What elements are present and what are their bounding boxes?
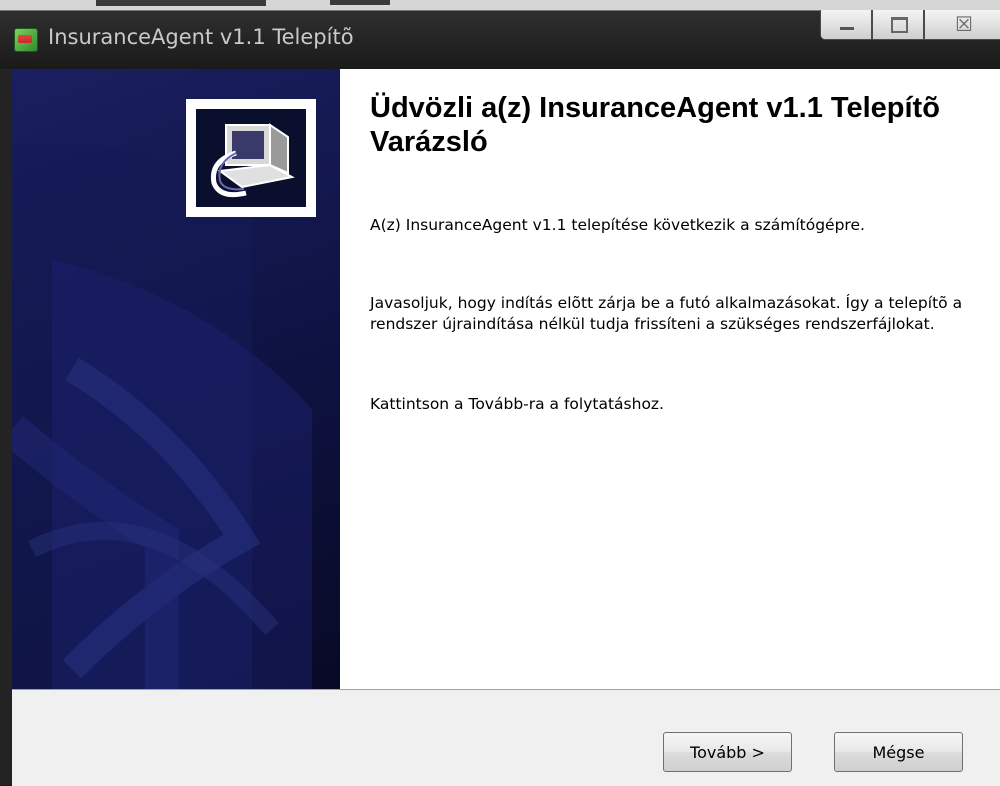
cancel-button[interactable]: Mégse [834, 732, 963, 772]
instruction-text: Kattintson a Tovább-ra a folytatáshoz. [370, 395, 664, 413]
background-element [330, 0, 390, 5]
maximize-icon [891, 17, 908, 33]
intro-text: A(z) InsuranceAgent v1.1 telepítése köve… [370, 216, 865, 234]
title-bar[interactable]: InsuranceAgent v1.1 Telepítõ ☒ [0, 10, 1000, 69]
next-button[interactable]: Tovább > [663, 732, 792, 772]
window-title: InsuranceAgent v1.1 Telepítõ [48, 25, 354, 49]
computer-install-icon [196, 109, 306, 207]
app-icon [14, 28, 38, 52]
minimize-button[interactable] [820, 10, 872, 40]
installer-logo [186, 99, 316, 217]
welcome-sidebar-image [12, 69, 340, 689]
dialog-client-area: Üdvözli a(z) InsuranceAgent v1.1 Telepít… [12, 69, 1000, 786]
background-element [96, 0, 266, 6]
minimize-icon [840, 27, 854, 30]
installer-window: InsuranceAgent v1.1 Telepítõ ☒ Üdvözli a… [0, 10, 1000, 786]
window-controls: ☒ [820, 10, 1000, 40]
maximize-button[interactable] [872, 10, 924, 40]
recommendation-text: Javasoljuk, hogy indítás elõtt zárja be … [370, 294, 963, 333]
page-title: Üdvözli a(z) InsuranceAgent v1.1 Telepít… [370, 92, 940, 158]
close-icon: ☒ [955, 12, 973, 36]
button-bar: Tovább > Mégse [12, 689, 1000, 786]
close-button[interactable]: ☒ [924, 10, 1000, 40]
